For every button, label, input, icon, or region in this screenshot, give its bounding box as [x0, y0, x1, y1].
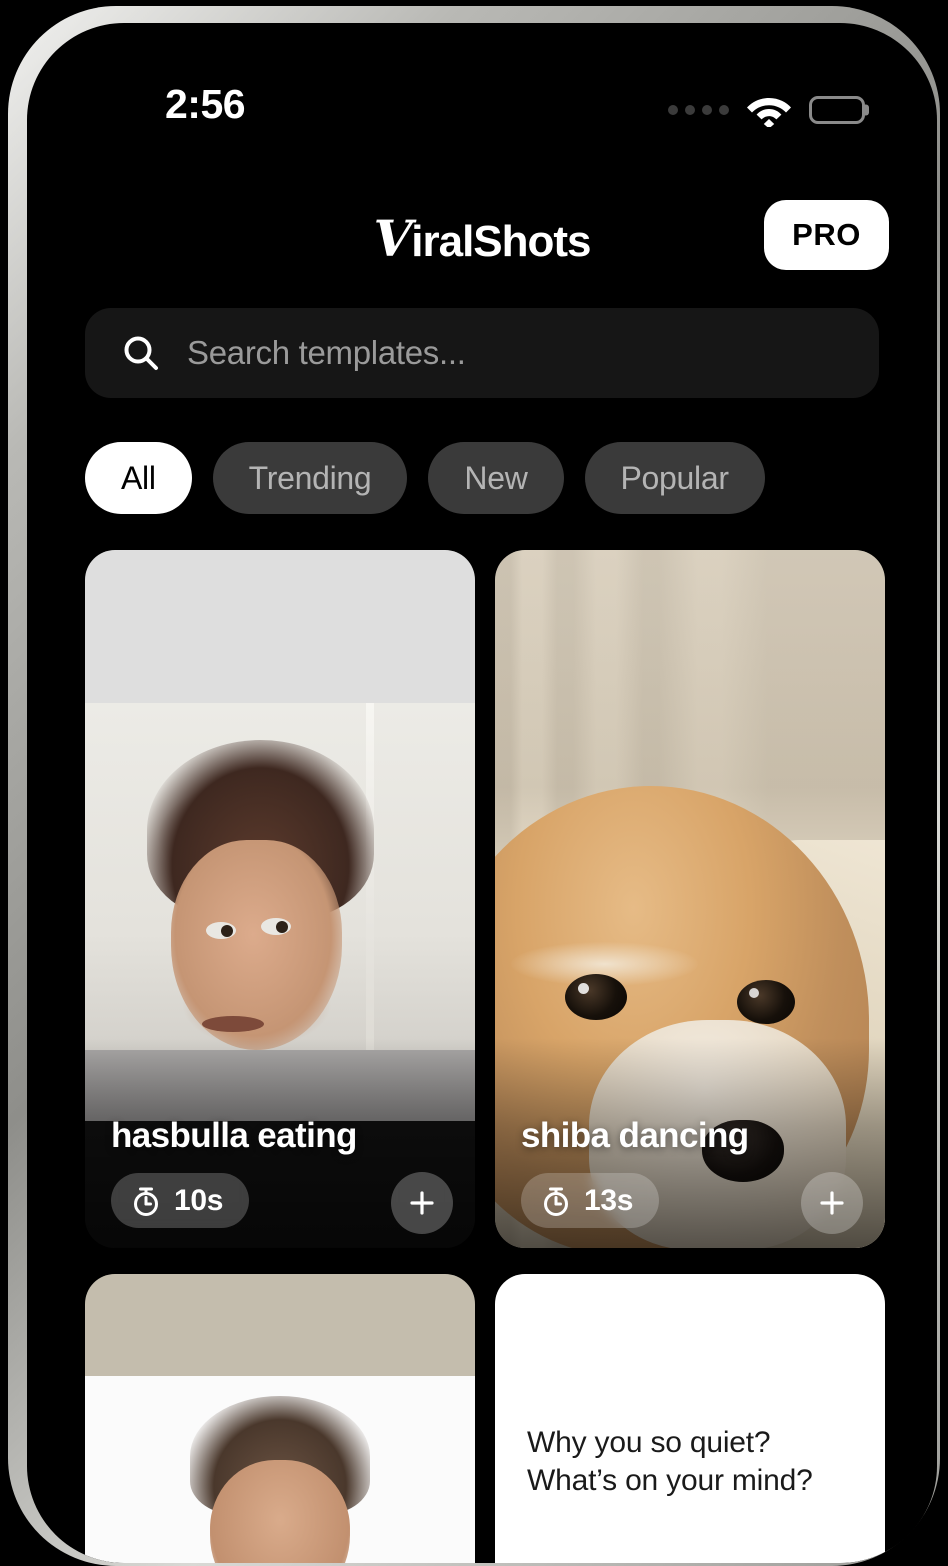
stopwatch-icon	[541, 1185, 571, 1217]
duration-text: 13s	[584, 1183, 634, 1217]
add-template-button[interactable]	[391, 1172, 453, 1234]
template-title: hasbulla eating	[111, 1116, 357, 1155]
duration-badge: 10s	[111, 1173, 250, 1228]
status-bar-time: 2:56	[165, 81, 246, 127]
duration-badge: 13s	[521, 1173, 660, 1228]
plus-icon	[817, 1188, 847, 1218]
template-thumbnail: Why you so quiet? What’s on your mind?	[495, 1274, 885, 1563]
status-bar: 2:56	[27, 81, 937, 151]
search-icon	[121, 333, 161, 373]
logo-wordmark: iralShots	[411, 217, 591, 266]
phone-frame: 2:56 ViralShots PRO Search templates... …	[8, 6, 940, 1566]
template-grid: hasbulla eating 10s shiba dancing 13s Wh…	[85, 550, 885, 1563]
pro-button[interactable]: PRO	[764, 200, 889, 270]
filter-chip-trending-label: Trending	[248, 459, 372, 496]
template-card[interactable]: Why you so quiet? What’s on your mind?	[495, 1274, 885, 1563]
template-thumbnail	[85, 1274, 475, 1563]
stopwatch-icon	[131, 1185, 161, 1217]
filter-chip-popular-label: Popular	[620, 459, 730, 496]
filter-chip-new[interactable]: New	[428, 442, 564, 514]
duration-text: 10s	[174, 1183, 224, 1217]
battery-full-icon	[809, 96, 869, 124]
filter-chip-popular[interactable]: Popular	[584, 442, 765, 514]
template-card[interactable]: shiba dancing 13s	[495, 550, 885, 1248]
filter-chip-row: All Trending New Popular	[85, 442, 885, 514]
signal-dots-icon	[668, 105, 729, 115]
template-title: shiba dancing	[521, 1116, 749, 1155]
template-body-text: Why you so quiet? What’s on your mind?	[527, 1426, 813, 1498]
app-header: ViralShots PRO	[27, 193, 937, 293]
template-card[interactable]	[85, 1274, 475, 1563]
filter-chip-all-label: All	[121, 459, 156, 496]
filter-chip-all[interactable]: All	[85, 442, 192, 514]
plus-icon	[407, 1188, 437, 1218]
search-input[interactable]: Search templates...	[85, 308, 879, 398]
status-bar-indicators	[668, 93, 869, 127]
filter-chip-trending[interactable]: Trending	[212, 442, 408, 514]
filter-chip-new-label: New	[464, 459, 528, 496]
pro-button-label: PRO	[792, 217, 861, 252]
add-template-button[interactable]	[801, 1172, 863, 1234]
search-placeholder: Search templates...	[187, 334, 466, 371]
logo-v-glyph: V	[373, 209, 412, 268]
template-card[interactable]: hasbulla eating 10s	[85, 550, 475, 1248]
wifi-icon	[746, 93, 792, 127]
phone-screen: 2:56 ViralShots PRO Search templates... …	[27, 23, 937, 1563]
